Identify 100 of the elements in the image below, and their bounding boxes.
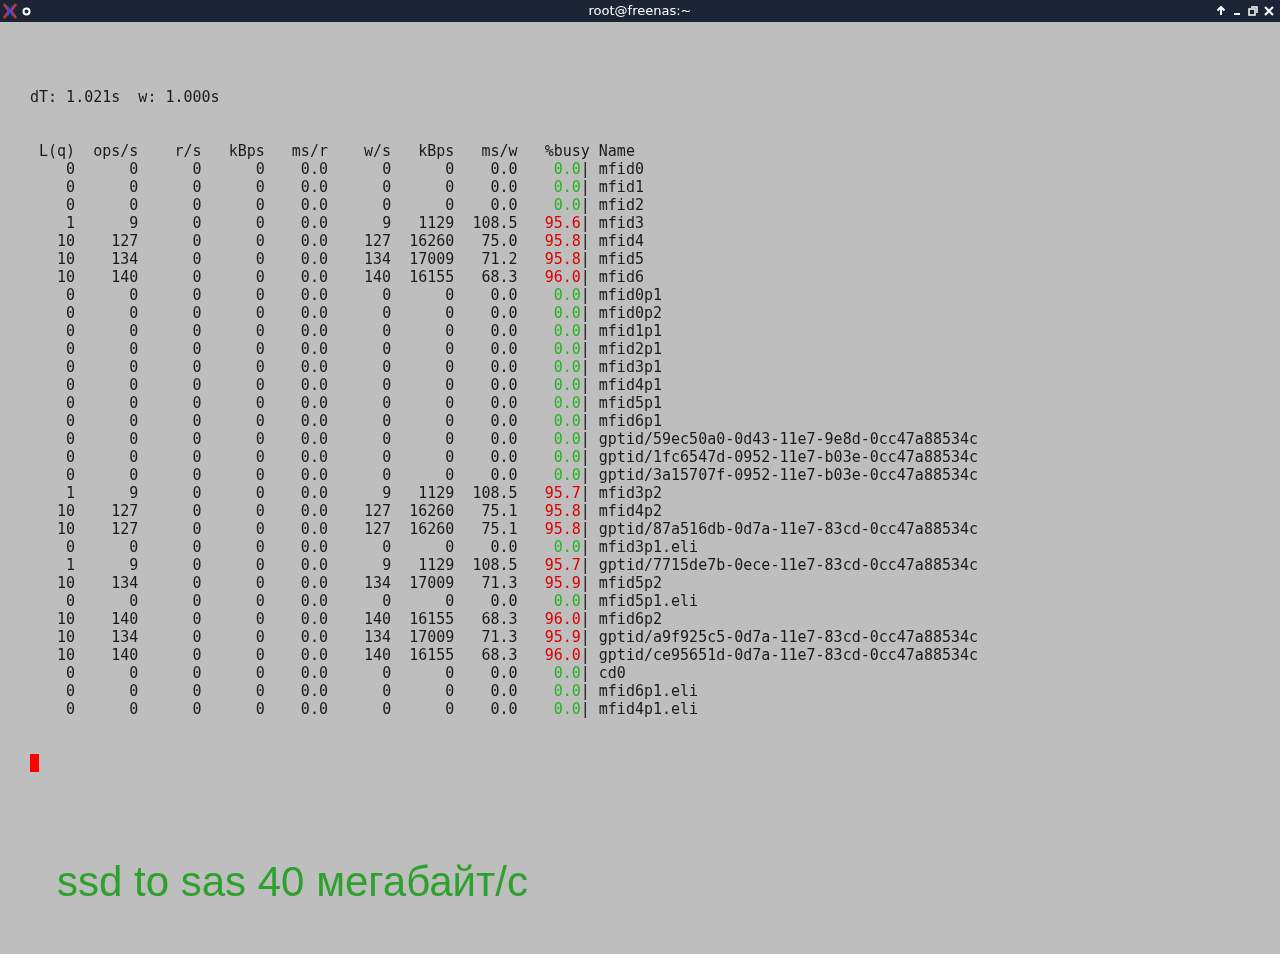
table-cell-text: 16155 (408, 610, 455, 628)
table-cell-text: 0.0 (299, 556, 328, 574)
table-cell-text: 0 (254, 430, 265, 448)
table-cell-text: 0.0 (299, 646, 328, 664)
separator: | (580, 556, 590, 574)
table-cell-text: 0 (128, 358, 139, 376)
table-cell-text: 0 (128, 322, 139, 340)
busy-value: 0.0 (552, 700, 581, 718)
table-cell-text: 134 (363, 574, 392, 592)
table-cell-text: 0 (128, 466, 139, 484)
table-cell-text: 0 (381, 664, 392, 682)
busy-value: 96.0 (543, 646, 581, 664)
table-cell-text: 71.2 (480, 250, 518, 268)
table-cell-text: 0.0 (489, 358, 518, 376)
table-cell-text: 0 (191, 520, 202, 538)
table-cell-text: 9 (381, 214, 392, 232)
table-cell-text: 0 (191, 502, 202, 520)
column-header: ms/w (480, 142, 518, 160)
table-cell-text: 0 (191, 592, 202, 610)
circle-icon[interactable] (22, 6, 31, 16)
device-name: mfid3p1.eli (598, 538, 699, 556)
busy-value: 96.0 (543, 610, 581, 628)
table-cell-text: 1 (65, 484, 76, 502)
table-cell-text: 1 (65, 214, 76, 232)
table-cell-text: 0 (254, 376, 265, 394)
device-name: mfid3p2 (598, 484, 662, 502)
device-name: mfid1 (598, 178, 644, 196)
table-cell-text: 0 (65, 466, 76, 484)
table-cell-text: 0 (65, 358, 76, 376)
separator: | (580, 574, 590, 592)
table-cell-text: 0.0 (299, 664, 328, 682)
table-cell-text: 0.0 (489, 322, 518, 340)
table-cell-text: 0 (254, 250, 265, 268)
separator: | (580, 592, 590, 610)
table-cell-text: 16260 (408, 502, 455, 520)
table-cell-text: 0 (381, 448, 392, 466)
busy-value: 0.0 (552, 412, 581, 430)
separator: | (580, 214, 590, 232)
table-cell-text: 9 (381, 484, 392, 502)
table-cell-text: 0 (128, 340, 139, 358)
table-cell-text: 0 (254, 628, 265, 646)
table-cell-text: 0.0 (299, 538, 328, 556)
table-cell-text: 0 (254, 340, 265, 358)
busy-value: 95.7 (543, 556, 581, 574)
device-name: cd0 (598, 664, 626, 682)
table-cell-text: 0.0 (489, 592, 518, 610)
separator: | (580, 628, 590, 646)
table-cell-text: 10 (56, 628, 76, 646)
table-cell-text: 127 (110, 520, 139, 538)
window-title: root@freenas:~ (588, 2, 692, 21)
table-cell-text: 0 (444, 376, 455, 394)
table-cell-text: 0 (191, 250, 202, 268)
annotation-text: ssd to sas 40 мегабайт/с (57, 858, 528, 906)
table-cell-text: 0 (381, 394, 392, 412)
close-icon[interactable] (1264, 6, 1274, 16)
table-cell-text: 68.3 (480, 610, 518, 628)
table-cell-text: 0 (65, 700, 76, 718)
up-arrow-icon[interactable] (1216, 6, 1226, 16)
separator: | (580, 268, 590, 286)
device-name: mfid2 (598, 196, 644, 214)
table-cell-text: 0 (381, 286, 392, 304)
table-cell-text: 0 (381, 592, 392, 610)
table-cell-text: 127 (363, 520, 392, 538)
device-name: mfid5p1.eli (598, 592, 699, 610)
table-cell-text: 127 (110, 232, 139, 250)
table-cell-text: 17009 (408, 628, 455, 646)
busy-value: 95.8 (543, 232, 581, 250)
table-cell-text: 0 (191, 448, 202, 466)
device-name: mfid1p1 (598, 322, 662, 340)
device-name: mfid0p2 (598, 304, 662, 322)
table-cell-text: 75.0 (480, 232, 518, 250)
table-cell-text: 0 (381, 430, 392, 448)
busy-value: 0.0 (552, 466, 581, 484)
table-cell-text: 0.0 (489, 160, 518, 178)
device-name: mfid6p2 (598, 610, 662, 628)
table-cell-text: 16155 (408, 268, 455, 286)
table-cell-text: 0 (128, 682, 139, 700)
device-name: mfid3p1 (598, 358, 662, 376)
busy-value: 0.0 (552, 160, 581, 178)
table-cell-text: 0 (444, 466, 455, 484)
table-cell-text: 140 (363, 610, 392, 628)
busy-value: 0.0 (552, 178, 581, 196)
table-cell-text: 0 (191, 196, 202, 214)
cursor (30, 754, 39, 772)
table-cell-text: 0 (254, 268, 265, 286)
separator: | (580, 430, 590, 448)
device-name: gptid/3a15707f-0952-11e7-b03e-0cc47a88534c (598, 466, 979, 484)
maximize-icon[interactable] (1248, 6, 1258, 16)
device-name: mfid6p1.eli (598, 682, 699, 700)
separator: | (580, 232, 590, 250)
busy-value: 0.0 (552, 304, 581, 322)
table-cell-text: 134 (110, 250, 139, 268)
status-line: dT: 1.021s w: 1.000s (30, 88, 220, 106)
table-cell-text: 0.0 (489, 304, 518, 322)
table-cell-text: 0 (254, 502, 265, 520)
table-cell-text: 134 (110, 628, 139, 646)
table-cell-text: 0.0 (299, 430, 328, 448)
separator: | (580, 682, 590, 700)
table-cell-text: 0 (65, 412, 76, 430)
table-cell-text: 17009 (408, 574, 455, 592)
